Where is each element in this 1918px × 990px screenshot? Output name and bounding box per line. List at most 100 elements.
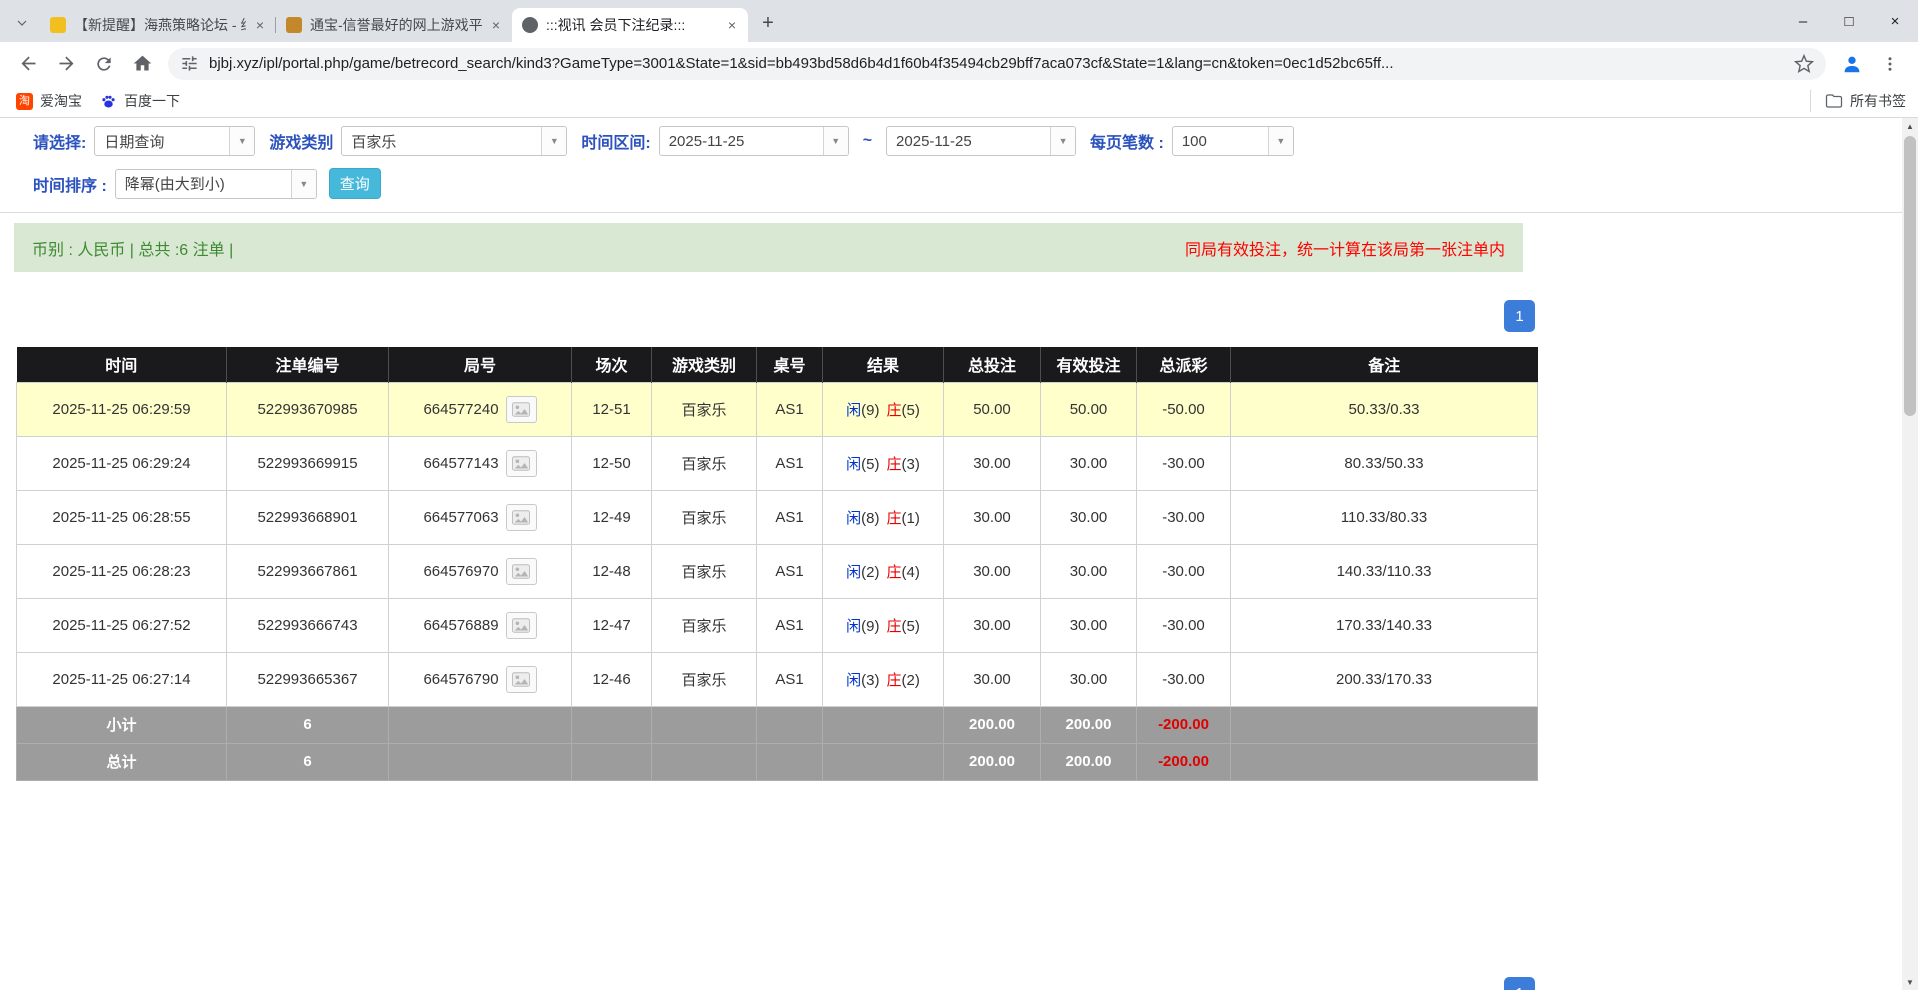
all-bookmarks-label: 所有书签	[1850, 91, 1906, 111]
round-id: 664577063	[423, 509, 498, 526]
subtotal-label: 小计	[17, 706, 227, 743]
tab-close-icon[interactable]: ×	[254, 17, 266, 33]
tab-search-button[interactable]	[8, 9, 36, 37]
minimize-button[interactable]: –	[1780, 0, 1826, 42]
table-row: 2025-11-25 06:27:14 522993665367 6645767…	[17, 652, 1538, 706]
cell-round: 664576790	[389, 652, 572, 706]
cell-valid-bet: 30.00	[1041, 544, 1137, 598]
back-button[interactable]	[10, 46, 46, 82]
cell-bet-id: 522993666743	[227, 598, 389, 652]
new-tab-button[interactable]: +	[754, 9, 782, 37]
col-header-result: 结果	[823, 347, 944, 382]
date-from-dropdown[interactable]: 2025-11-25 ▼	[659, 126, 849, 156]
cell-session: 12-49	[572, 490, 652, 544]
tab-close-icon[interactable]: ×	[726, 17, 738, 33]
table-row: 2025-11-25 06:29:24 522993669915 6645771…	[17, 436, 1538, 490]
summary-bar: 币别 : 人民币 | 总共 :6 注单 | 同局有效投注，统一计算在该局第一张注…	[14, 223, 1523, 272]
tab-favicon	[286, 17, 302, 33]
tab-bet-records-active[interactable]: :::视讯 会员下注纪录::: ×	[512, 8, 748, 42]
round-result-image-button[interactable]	[506, 558, 537, 585]
cell-valid-bet: 30.00	[1041, 490, 1137, 544]
user-avatar-icon	[1841, 53, 1863, 75]
date-to-dropdown[interactable]: 2025-11-25 ▼	[886, 126, 1076, 156]
tab-forum[interactable]: 【新提醒】海燕策略论坛 - 综合 ×	[40, 8, 276, 42]
pagination-page-1-bottom[interactable]: 1	[1504, 977, 1535, 990]
all-bookmarks-button[interactable]: 所有书签	[1810, 90, 1906, 112]
cell-payout: -50.00	[1137, 382, 1231, 436]
cell-game-type: 百家乐	[652, 382, 757, 436]
sort-dropdown[interactable]: 降幂(由大到小) ▼	[115, 169, 317, 199]
cell-time: 2025-11-25 06:29:59	[17, 382, 227, 436]
per-page-dropdown[interactable]: 100 ▼	[1172, 126, 1294, 156]
arrow-right-icon	[56, 53, 77, 74]
bookmark-star-icon[interactable]	[1794, 54, 1814, 74]
cell-round: 664577240	[389, 382, 572, 436]
result-banker: 庄	[887, 618, 902, 635]
query-type-dropdown[interactable]: 日期查询 ▼	[94, 126, 255, 156]
cell-total-bet: 30.00	[944, 598, 1041, 652]
chevron-down-icon: ▼	[1050, 127, 1075, 155]
bet-records-table: 时间 注单编号 局号 场次 游戏类别 桌号 结果 总投注 有效投注 总派彩 备注…	[16, 347, 1538, 781]
cell-valid-bet: 50.00	[1041, 382, 1137, 436]
folder-icon	[1825, 92, 1843, 110]
col-header-round: 局号	[389, 347, 572, 382]
reload-button[interactable]	[86, 46, 122, 82]
col-header-session: 场次	[572, 347, 652, 382]
pagination: 1	[0, 300, 1535, 332]
col-header-time: 时间	[17, 347, 227, 382]
maximize-button[interactable]: □	[1826, 0, 1872, 42]
cell-table: AS1	[757, 382, 823, 436]
browser-menu-button[interactable]	[1872, 46, 1908, 82]
cell-game-type: 百家乐	[652, 490, 757, 544]
cell-total-bet: 30.00	[944, 652, 1041, 706]
col-header-note: 备注	[1231, 347, 1538, 382]
result-player-points: (8)	[861, 510, 879, 527]
site-info-icon[interactable]	[180, 54, 199, 73]
cell-result: 闲(5)庄(3)	[823, 436, 944, 490]
cell-round: 664576889	[389, 598, 572, 652]
scroll-down-arrow-icon[interactable]: ▼	[1902, 974, 1918, 990]
scrollbar-thumb[interactable]	[1904, 136, 1916, 416]
cell-note: 110.33/80.33	[1231, 490, 1538, 544]
cell-session: 12-51	[572, 382, 652, 436]
scroll-up-arrow-icon[interactable]: ▲	[1902, 118, 1918, 134]
bookmark-taobao[interactable]: 淘 爱淘宝	[12, 89, 86, 113]
range-separator: ~	[863, 132, 872, 150]
round-result-image-button[interactable]	[506, 396, 537, 423]
vertical-scrollbar[interactable]: ▲ ▼	[1902, 118, 1918, 990]
tab-title: 通宝-信誉最好的网上游戏平台	[310, 15, 482, 35]
cell-session: 12-46	[572, 652, 652, 706]
round-result-image-button[interactable]	[506, 666, 537, 693]
date-from-value: 2025-11-25	[660, 133, 823, 150]
round-result-image-button[interactable]	[506, 612, 537, 639]
cell-game-type: 百家乐	[652, 436, 757, 490]
url-text[interactable]: bjbj.xyz/ipl/portal.php/game/betrecord_s…	[209, 55, 1784, 72]
filter-row-2: 时间排序 : 降幂(由大到小) ▼ 查询	[33, 168, 1918, 199]
result-banker: 庄	[887, 672, 902, 689]
query-button[interactable]: 查询	[329, 168, 381, 199]
forward-button[interactable]	[48, 46, 84, 82]
round-result-image-button[interactable]	[506, 450, 537, 477]
col-header-total-bet: 总投注	[944, 347, 1041, 382]
chevron-down-icon: ▼	[229, 127, 254, 155]
table-row: 2025-11-25 06:27:52 522993666743 6645768…	[17, 598, 1538, 652]
tab-close-icon[interactable]: ×	[490, 17, 502, 33]
game-type-dropdown[interactable]: 百家乐 ▼	[341, 126, 567, 156]
cell-time: 2025-11-25 06:29:24	[17, 436, 227, 490]
address-bar[interactable]: bjbj.xyz/ipl/portal.php/game/betrecord_s…	[168, 48, 1826, 80]
close-button[interactable]: ×	[1872, 0, 1918, 42]
table-header-row: 时间 注单编号 局号 场次 游戏类别 桌号 结果 总投注 有效投注 总派彩 备注	[17, 347, 1538, 382]
col-header-game-type: 游戏类别	[652, 347, 757, 382]
chevron-down-icon: ▼	[541, 127, 566, 155]
tab-tongbao[interactable]: 通宝-信誉最好的网上游戏平台 ×	[276, 8, 512, 42]
round-result-image-button[interactable]	[506, 504, 537, 531]
bookmark-baidu[interactable]: 百度一下	[96, 89, 184, 113]
window-controls: – □ ×	[1780, 0, 1918, 42]
pagination-page-1[interactable]: 1	[1504, 300, 1535, 332]
cell-total-bet: 30.00	[944, 544, 1041, 598]
cell-total-bet: 30.00	[944, 436, 1041, 490]
home-button[interactable]	[124, 46, 160, 82]
subtotal-total-bet: 200.00	[944, 706, 1041, 743]
cell-session: 12-48	[572, 544, 652, 598]
profile-button[interactable]	[1834, 46, 1870, 82]
